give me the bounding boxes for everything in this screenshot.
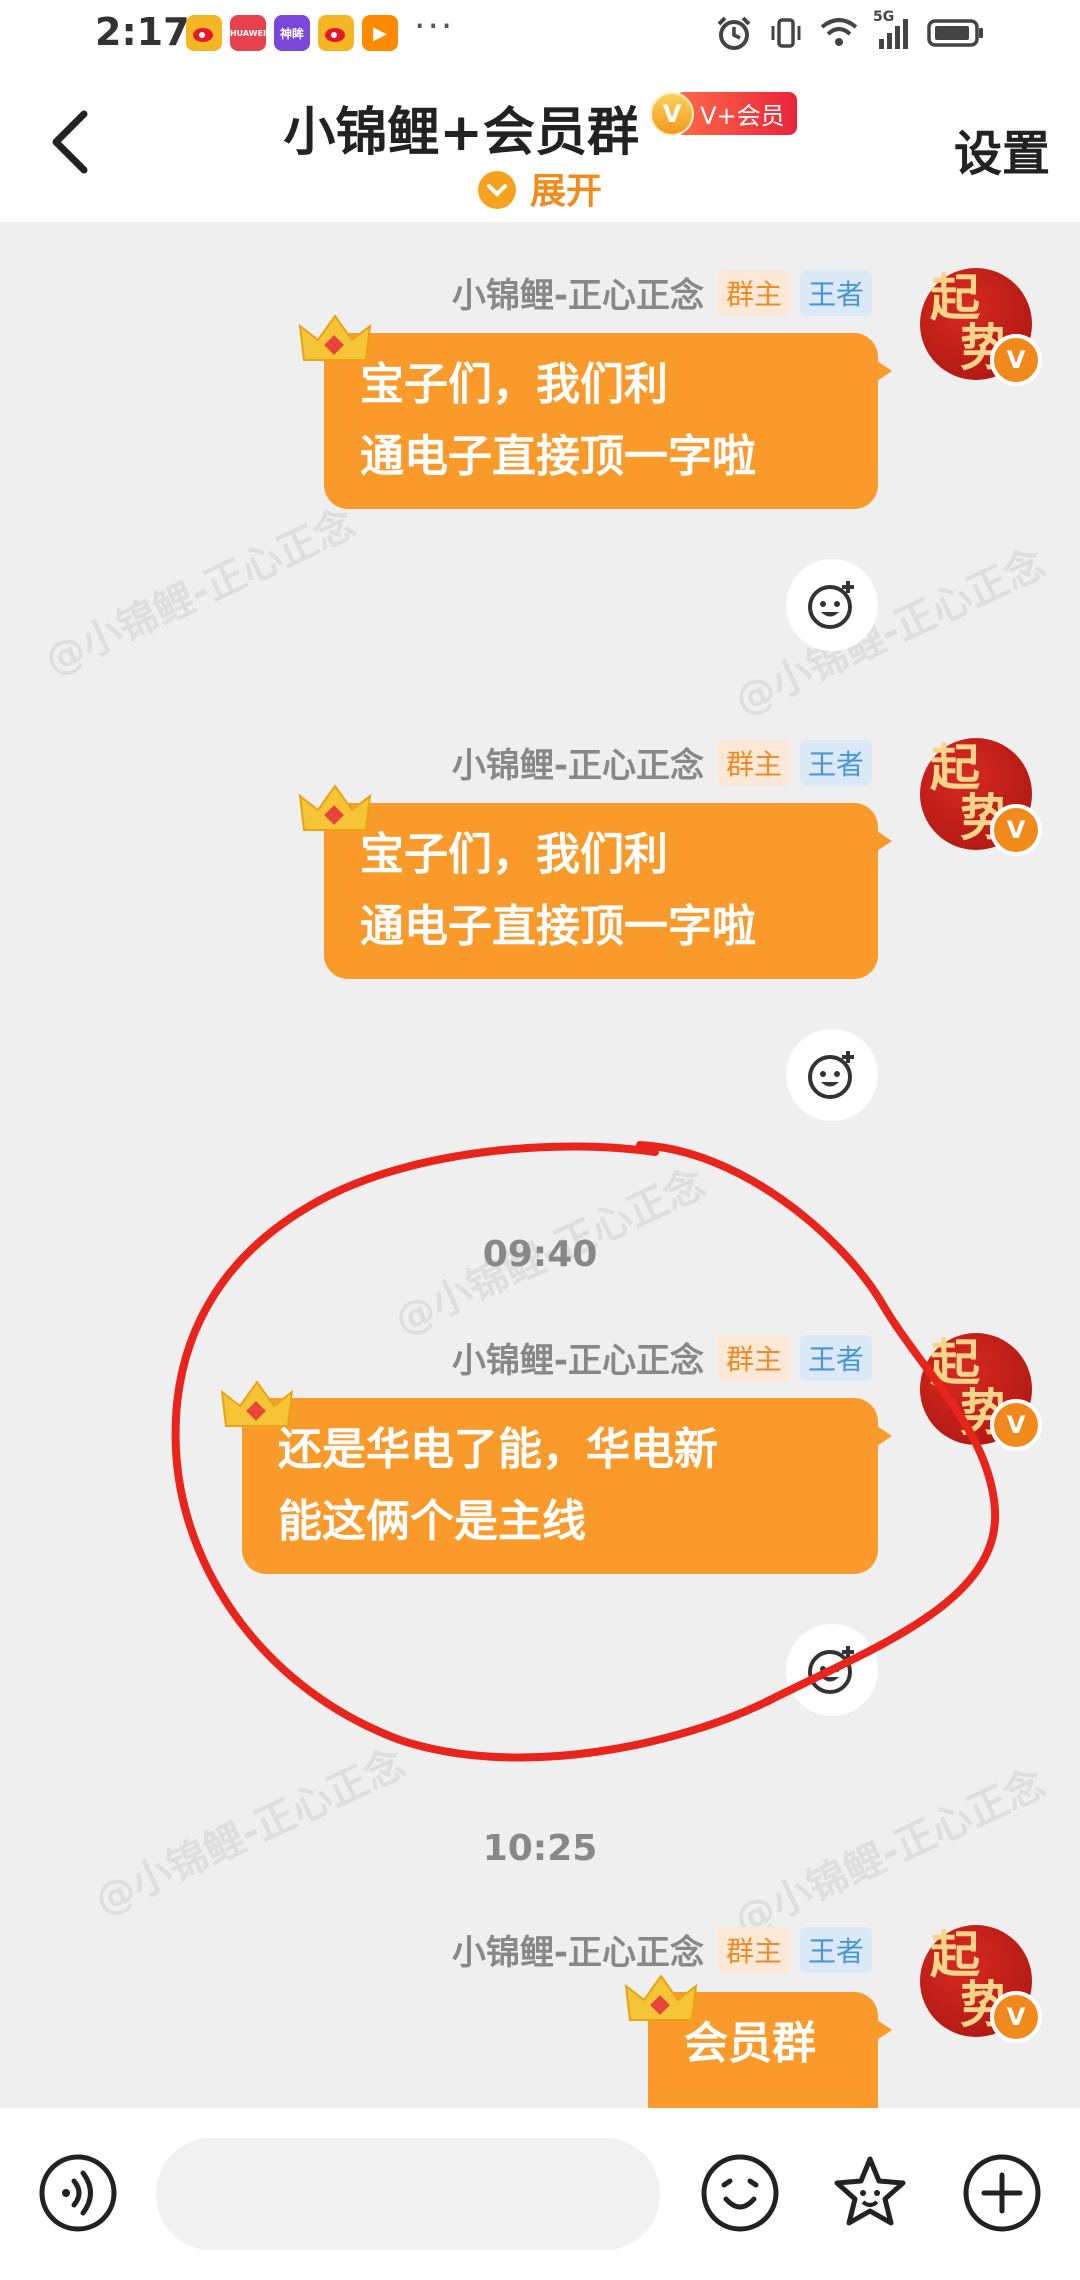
wifi-icon <box>820 18 858 46</box>
avatar[interactable]: 起 势 V <box>920 1925 1042 2043</box>
message-line: 通电子直接顶一字啦 <box>360 431 756 482</box>
title-row: 小锦鲤+会员群 V V+会员 <box>0 90 1080 165</box>
add-emoji-icon <box>808 581 854 629</box>
add-emoji-icon <box>808 1051 854 1099</box>
avatar-char: 起 <box>930 1925 980 1984</box>
sender-row: 小锦鲤-正心正念 群主 王者 <box>452 1333 872 1382</box>
rank-tag: 王者 <box>799 1926 872 1973</box>
message-line: 通电子直接顶一字啦 <box>360 901 756 952</box>
message-line: 宝子们，我们利 <box>360 359 668 410</box>
message-input[interactable] <box>156 2138 660 2250</box>
more-notifications-icon: ··· <box>414 6 455 47</box>
vip-member-badge: V V+会员 <box>650 91 797 136</box>
role-tag: 群主 <box>717 269 790 316</box>
role-tag: 群主 <box>717 739 790 786</box>
verified-icon: V <box>990 334 1042 386</box>
emoji-button[interactable] <box>700 2153 780 2233</box>
voice-icon <box>39 2154 117 2232</box>
huawei-app-icon: HUAWEI <box>230 15 266 51</box>
add-reaction-button[interactable] <box>786 1624 878 1716</box>
group-title[interactable]: 小锦鲤+会员群 <box>283 90 639 165</box>
add-emoji-icon <box>808 1646 854 1694</box>
sender-row: 小锦鲤-正心正念 群主 王者 <box>452 268 872 317</box>
message-bubble[interactable]: 还是华电了能，华电新 能这俩个是主线 <box>242 1398 892 1574</box>
cellular-signal-icon: 5G <box>873 9 913 51</box>
weibo-app-icon-2 <box>318 15 354 51</box>
verified-icon: V <box>990 804 1042 856</box>
chat-header: 小锦鲤+会员群 V V+会员 展开 设置 <box>0 72 1080 222</box>
sticker-button[interactable] <box>830 2153 910 2233</box>
add-more-button[interactable] <box>962 2153 1042 2233</box>
input-bar <box>0 2108 1080 2280</box>
message-bubble[interactable]: 宝子们，我们利 通电子直接顶一字啦 <box>324 803 892 979</box>
expand-button[interactable]: 展开 <box>0 162 1080 214</box>
message-line: 会员群 <box>684 2018 816 2069</box>
verified-icon: V <box>990 1991 1042 2043</box>
vip-coin-icon: V <box>650 91 695 136</box>
verified-icon: V <box>990 1399 1042 1451</box>
sender-row: 小锦鲤-正心正念 群主 王者 <box>452 1925 872 1974</box>
avatar[interactable]: 起 势 V <box>920 1333 1042 1451</box>
battery-icon <box>927 19 983 47</box>
vip-badge-label: V+会员 <box>676 92 797 135</box>
shenhui-app-icon: 神眸 <box>274 15 310 51</box>
video-app-icon: ▶ <box>362 15 398 51</box>
message-bubble[interactable]: 宝子们，我们利 通电子直接顶一字啦 <box>324 333 892 509</box>
chevron-down-icon <box>477 171 516 209</box>
rank-tag: 王者 <box>799 739 872 786</box>
sticker-icon <box>834 2156 906 2226</box>
sender-row: 小锦鲤-正心正念 群主 王者 <box>452 738 872 787</box>
add-reaction-button[interactable] <box>786 1029 878 1121</box>
watermark: @小锦鲤-正心正念 <box>727 540 1053 725</box>
crown-icon <box>298 784 372 831</box>
vibrate-icon <box>771 18 801 48</box>
avatar[interactable]: 起 势 V <box>920 268 1042 386</box>
voice-button[interactable] <box>38 2153 118 2233</box>
status-time: 2:17 <box>95 10 190 54</box>
settings-button[interactable]: 设置 <box>954 114 1050 184</box>
avatar-char: 起 <box>930 268 980 327</box>
role-tag: 群主 <box>717 1334 790 1381</box>
watermark: @小锦鲤-正心正念 <box>37 500 363 685</box>
sender-name[interactable]: 小锦鲤-正心正念 <box>452 268 704 317</box>
add-icon <box>963 2154 1041 2232</box>
alarm-icon <box>717 16 751 50</box>
emoji-icon <box>701 2154 779 2232</box>
message-line: 还是华电了能，华电新 <box>278 1424 718 1475</box>
timestamp: 10:25 <box>482 1828 598 1869</box>
message-line: 能这俩个是主线 <box>278 1496 586 1547</box>
crown-icon <box>624 1974 698 2021</box>
sender-name[interactable]: 小锦鲤-正心正念 <box>452 1925 704 1974</box>
weibo-app-icon <box>186 15 222 51</box>
crown-icon <box>220 1380 294 1427</box>
avatar-char: 起 <box>930 738 980 797</box>
sender-name[interactable]: 小锦鲤-正心正念 <box>452 1333 704 1382</box>
expand-label: 展开 <box>529 171 602 212</box>
rank-tag: 王者 <box>799 269 872 316</box>
status-indicators: 5G <box>715 9 985 52</box>
message-line: 宝子们，我们利 <box>360 829 668 880</box>
add-reaction-button[interactable] <box>786 559 878 651</box>
avatar[interactable]: 起 势 V <box>920 738 1042 856</box>
crown-icon <box>298 314 372 361</box>
rank-tag: 王者 <box>799 1334 872 1381</box>
role-tag: 群主 <box>717 1926 790 1973</box>
status-app-icons: HUAWEI 神眸 ▶ <box>186 15 398 51</box>
timestamp: 09:40 <box>482 1234 598 1275</box>
sender-name[interactable]: 小锦鲤-正心正念 <box>452 738 704 787</box>
avatar-char: 起 <box>930 1333 980 1392</box>
status-bar: 2:17 HUAWEI 神眸 ▶ ··· 5G <box>0 0 1080 72</box>
